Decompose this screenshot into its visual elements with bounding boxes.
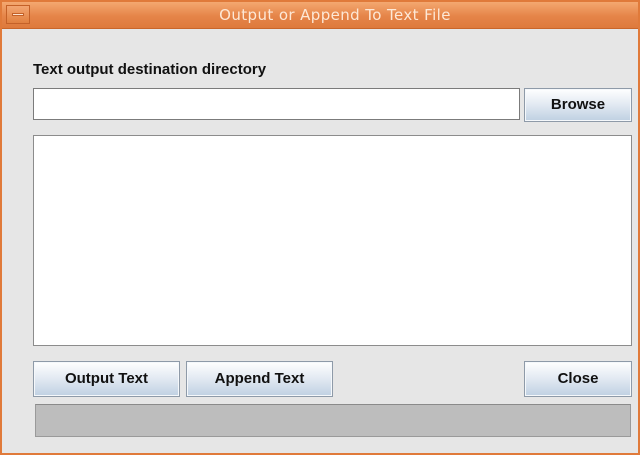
append-text-button[interactable]: Append Text	[186, 361, 333, 397]
text-content-area[interactable]	[33, 135, 632, 346]
dialog-window: Output or Append To Text File Text outpu…	[0, 0, 640, 455]
destination-directory-input[interactable]	[33, 88, 520, 120]
output-text-button[interactable]: Output Text	[33, 361, 180, 397]
status-bar	[35, 404, 631, 437]
browse-button[interactable]: Browse	[524, 88, 632, 122]
title-bar[interactable]: Output or Append To Text File	[2, 2, 638, 29]
destination-label: Text output destination directory	[33, 61, 267, 78]
window-title: Output or Append To Text File	[219, 6, 451, 24]
close-button[interactable]: Close	[524, 361, 632, 397]
minus-icon	[12, 13, 24, 16]
window-menu-button[interactable]	[6, 5, 30, 24]
